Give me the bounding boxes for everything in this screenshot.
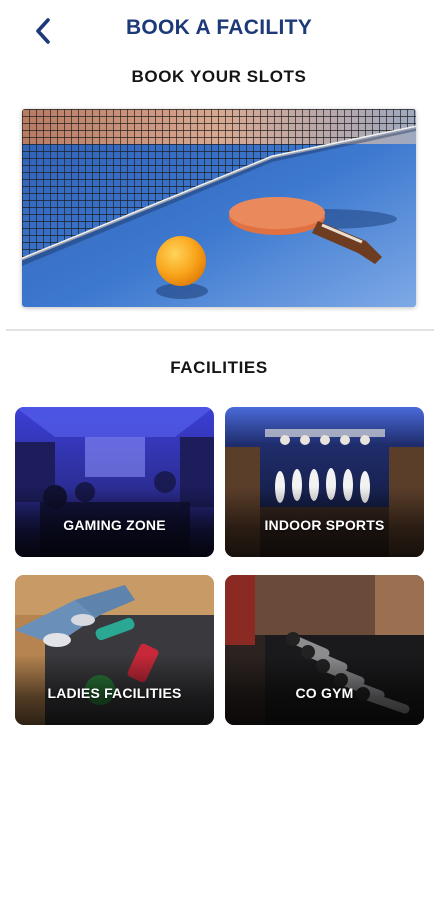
facility-card-co-gym[interactable]: CO GYM bbox=[225, 575, 424, 725]
facilities-grid: GAMING ZONE INDOOR SPORTS LADIES FACILIT… bbox=[15, 407, 425, 727]
facility-label: LADIES FACILITIES bbox=[47, 685, 182, 701]
app-header: BOOK A FACILITY bbox=[0, 0, 438, 60]
facility-label: CO GYM bbox=[295, 685, 354, 701]
facility-label: INDOOR SPORTS bbox=[264, 517, 385, 533]
section-divider bbox=[6, 329, 434, 331]
facility-card-gaming-zone[interactable]: GAMING ZONE bbox=[15, 407, 214, 557]
facility-card-indoor-sports[interactable]: INDOOR SPORTS bbox=[225, 407, 424, 557]
facility-label: GAMING ZONE bbox=[63, 517, 166, 533]
table-tennis-image bbox=[22, 109, 416, 307]
facility-card-ladies-facilities[interactable]: LADIES FACILITIES bbox=[15, 575, 214, 725]
table-tennis-banner[interactable] bbox=[22, 109, 416, 307]
facilities-heading: FACILITIES bbox=[170, 358, 268, 377]
book-slots-heading: BOOK YOUR SLOTS bbox=[131, 67, 307, 86]
page-title: BOOK A FACILITY bbox=[125, 16, 313, 39]
